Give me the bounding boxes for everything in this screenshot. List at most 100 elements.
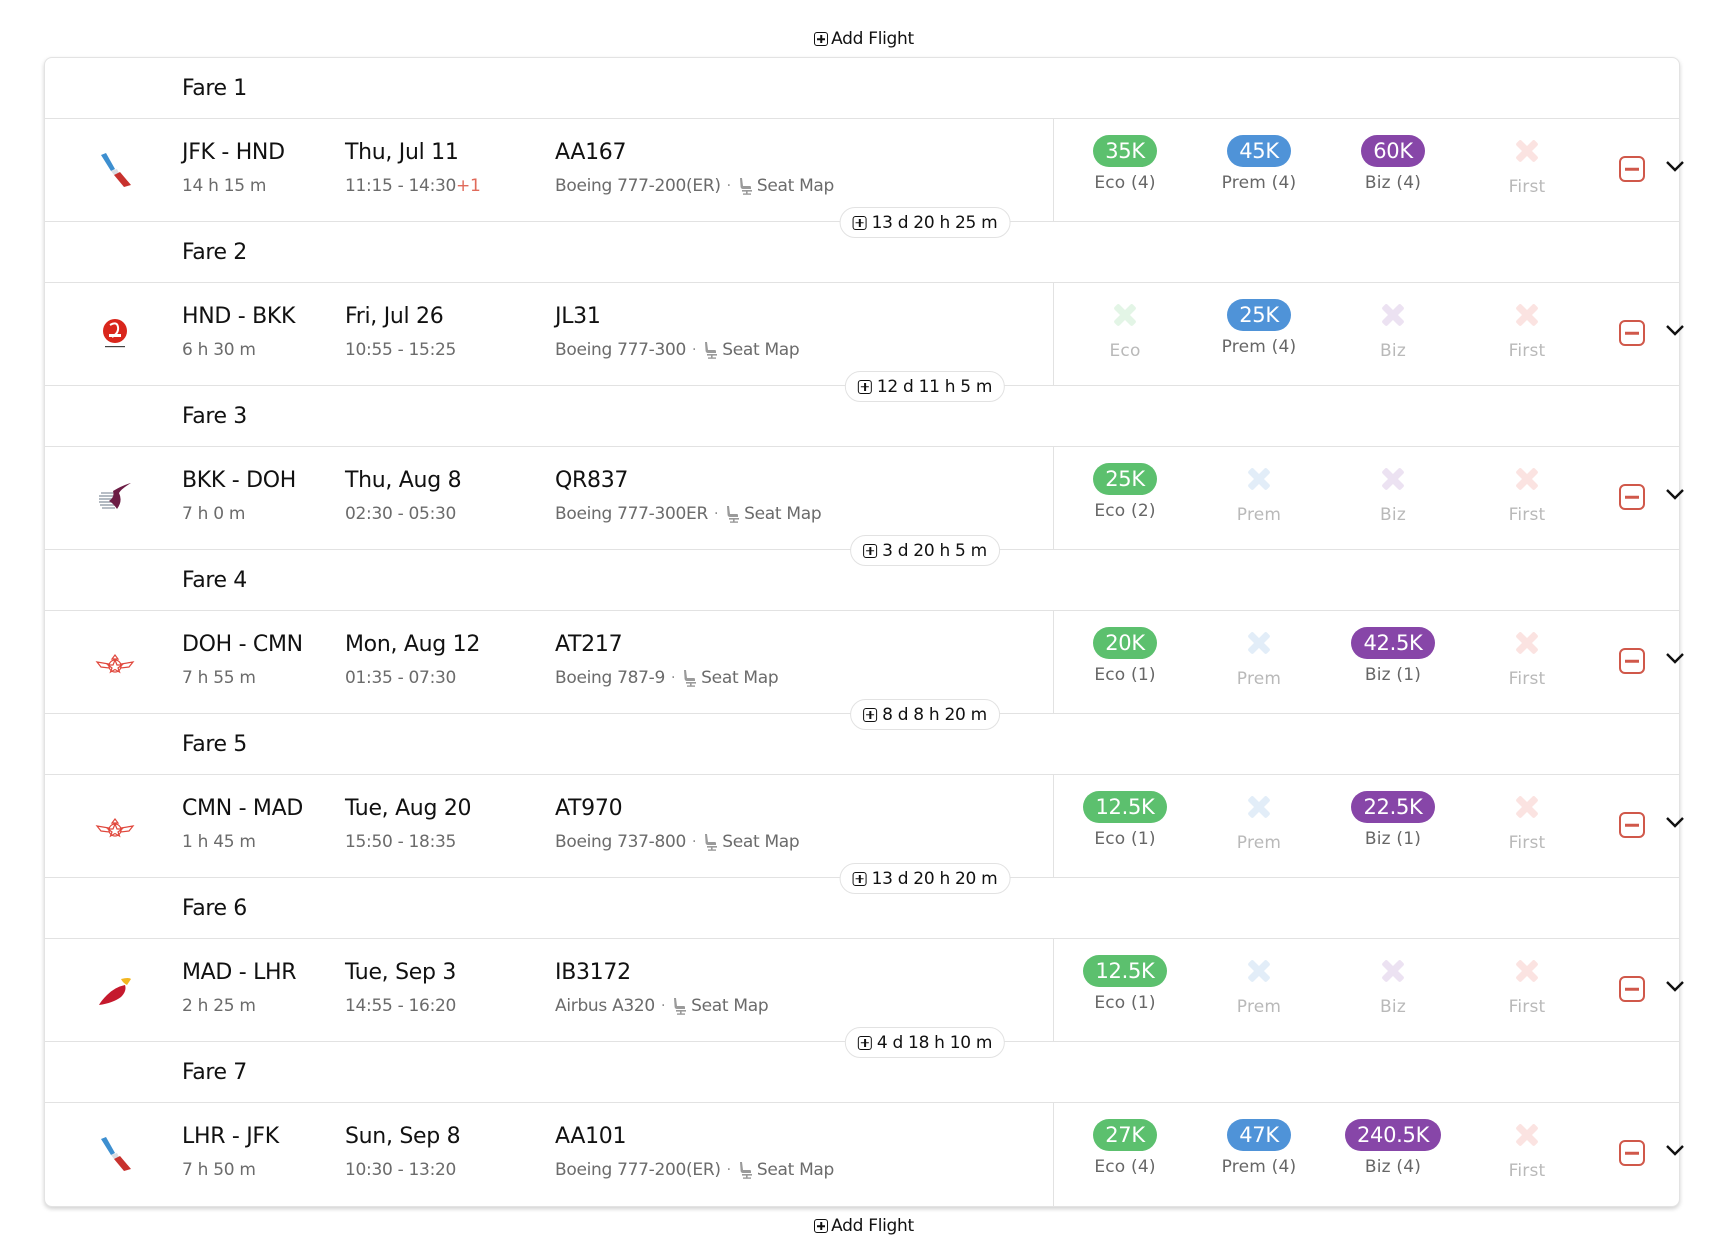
remove-flight-button[interactable]	[1619, 976, 1645, 1002]
remove-flight-button[interactable]	[1619, 484, 1645, 510]
flight-duration: 2 h 25 m	[182, 996, 256, 1016]
cabin-label-biz: Biz (1)	[1364, 665, 1422, 685]
layover-badge[interactable]: 4 d 18 h 10 m	[844, 1027, 1006, 1058]
unavailable-x-icon	[1511, 627, 1543, 659]
price-pill-biz[interactable]: 42.5K	[1351, 627, 1435, 659]
flight-times: 02:30 - 05:30	[345, 504, 456, 524]
layover-duration: 13 d 20 h 20 m	[871, 868, 998, 889]
flight-times: 15:50 - 18:35	[345, 832, 456, 852]
remove-flight-button[interactable]	[1619, 1140, 1645, 1166]
route: JFK - HND	[182, 140, 285, 165]
cabin-label-prem: Prem (4)	[1221, 1157, 1297, 1177]
cabin-prem: Prem	[1194, 791, 1324, 853]
separator-dot: ·	[692, 834, 697, 850]
chevron-down-icon[interactable]	[1665, 487, 1685, 501]
flight-duration: 7 h 55 m	[182, 668, 256, 688]
plus-square-icon	[852, 871, 867, 886]
layover-badge[interactable]: 13 d 20 h 25 m	[839, 207, 1011, 238]
unavailable-x-icon	[1511, 791, 1543, 823]
flight-number: AA167	[555, 140, 627, 165]
itinerary-card: Fare 1 JFK - HND 14 h 15 m Thu, Jul 11 1…	[44, 57, 1684, 1207]
price-pill-prem[interactable]: 47K	[1227, 1119, 1291, 1151]
chevron-down-icon[interactable]	[1665, 815, 1685, 829]
cabin-biz: Biz	[1328, 463, 1458, 525]
flight-times: 11:15 - 14:30+1	[345, 176, 481, 196]
remove-flight-button[interactable]	[1619, 648, 1645, 674]
price-pill-prem[interactable]: 45K	[1227, 135, 1291, 167]
layover-badge[interactable]: 3 d 20 h 5 m	[850, 535, 1000, 566]
flight-row: LHR - JFK 7 h 50 m Sun, Sep 8 10:30 - 13…	[45, 1103, 1684, 1206]
seat-icon	[705, 834, 718, 851]
cabin-label-first: First	[1508, 669, 1546, 689]
flight-row: BKK - DOH 7 h 0 m Thu, Aug 8 02:30 - 05:…	[45, 447, 1684, 566]
layover-badge[interactable]: 13 d 20 h 20 m	[839, 863, 1011, 894]
layover-badge[interactable]: 12 d 11 h 5 m	[844, 371, 1006, 402]
unavailable-x-icon	[1511, 955, 1543, 987]
route: DOH - CMN	[182, 632, 303, 657]
fare-group-4: Fare 4 DOH - CMN 7 h 55 m Mon, Aug 12 01…	[45, 550, 1684, 730]
layover-container: 4 d 18 h 10 m	[725, 939, 1125, 1058]
price-pill-biz[interactable]: 240.5K	[1344, 1119, 1442, 1151]
layover-container: 8 d 8 h 20 m	[725, 611, 1125, 730]
cabin-label-biz: Biz	[1380, 997, 1406, 1017]
flight-date: Tue, Sep 3	[345, 960, 457, 985]
flight-times: 14:55 - 16:20	[345, 996, 456, 1016]
flight-duration: 7 h 50 m	[182, 1160, 256, 1180]
cabin-eco: 27K Eco (4)	[1060, 1119, 1190, 1177]
cabin-biz: Biz	[1328, 955, 1458, 1017]
remove-flight-button[interactable]	[1619, 156, 1645, 182]
layover-container: 12 d 11 h 5 m	[725, 283, 1125, 402]
unavailable-x-icon	[1377, 463, 1409, 495]
cabin-label-biz: Biz	[1380, 505, 1406, 525]
plus-square-icon	[863, 543, 878, 558]
cabin-label-prem: Prem (4)	[1221, 337, 1297, 357]
cabin-label-first: First	[1508, 997, 1546, 1017]
flight-times: 10:30 - 13:20	[345, 1160, 456, 1180]
price-pill-biz[interactable]: 22.5K	[1351, 791, 1435, 823]
cabin-first: First	[1462, 791, 1592, 853]
seat-map-link[interactable]: Seat Map	[737, 1160, 834, 1180]
flight-date: Sun, Sep 8	[345, 1124, 461, 1149]
chevron-down-icon[interactable]	[1665, 1143, 1685, 1157]
add-flight-button-bottom[interactable]: Add Flight	[0, 1216, 1728, 1236]
cabin-label-biz: Biz (1)	[1364, 829, 1422, 849]
cabin-label-prem: Prem (4)	[1221, 173, 1297, 193]
price-pill-prem[interactable]: 25K	[1227, 299, 1291, 331]
chevron-down-icon[interactable]	[1665, 159, 1685, 173]
chevron-down-icon[interactable]	[1665, 651, 1685, 665]
aircraft-type: Airbus A320	[555, 996, 655, 1016]
cabin-label-prem: Prem	[1236, 997, 1282, 1017]
iberia-logo	[93, 969, 137, 1013]
cabin-label-first: First	[1508, 1161, 1546, 1181]
cabin-biz: 22.5K Biz (1)	[1328, 791, 1458, 849]
plus-square-icon	[857, 379, 872, 394]
route: CMN - MAD	[182, 796, 303, 821]
remove-flight-button[interactable]	[1619, 320, 1645, 346]
separator-dot: ·	[714, 506, 719, 522]
price-pill-biz[interactable]: 60K	[1361, 135, 1425, 167]
chevron-down-icon[interactable]	[1665, 323, 1685, 337]
cabin-first: First	[1462, 955, 1592, 1017]
add-flight-button-top[interactable]: Add Flight	[0, 29, 1728, 49]
fare-title: Fare 2	[182, 240, 247, 265]
layover-duration: 8 d 8 h 20 m	[882, 704, 987, 725]
add-flight-label: Add Flight	[831, 1216, 914, 1236]
american-airlines-logo	[93, 149, 137, 193]
flight-number: QR837	[555, 468, 629, 493]
fare-group-3: Fare 3 BKK - DOH 7 h 0 m Thu, Aug 8 02:3…	[45, 386, 1684, 566]
unavailable-x-icon	[1377, 299, 1409, 331]
layover-badge[interactable]: 8 d 8 h 20 m	[850, 699, 1000, 730]
cabin-prem: Prem	[1194, 627, 1324, 689]
chevron-down-icon[interactable]	[1665, 979, 1685, 993]
aircraft-info: Boeing 777-200(ER) · Seat Map	[555, 1160, 834, 1180]
price-pill-eco[interactable]: 27K	[1093, 1119, 1157, 1151]
cabin-prem: 45K Prem (4)	[1194, 135, 1324, 193]
cabin-prem: Prem	[1194, 955, 1324, 1017]
cabin-label-first: First	[1508, 341, 1546, 361]
aircraft-type: Boeing 777-200(ER)	[555, 1160, 721, 1180]
remove-flight-button[interactable]	[1619, 812, 1645, 838]
time-range: 15:50 - 18:35	[345, 832, 457, 852]
layover-container: 3 d 20 h 5 m	[725, 447, 1125, 566]
cabin-prem: Prem	[1194, 463, 1324, 525]
layover-duration: 4 d 18 h 10 m	[876, 1032, 993, 1053]
